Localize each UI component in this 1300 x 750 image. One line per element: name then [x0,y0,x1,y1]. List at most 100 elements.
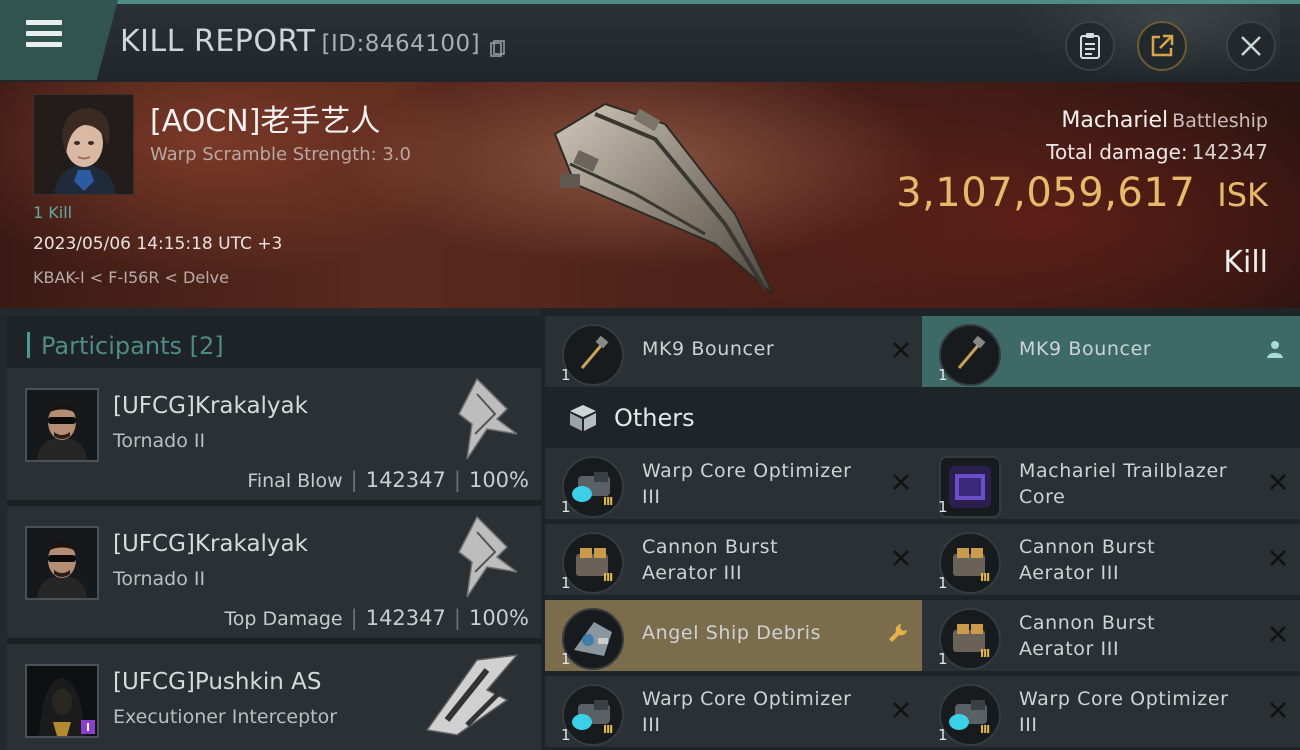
others-title: Others [614,404,695,432]
item-name-line1: Warp Core Optimizer [642,688,852,710]
participant-stats: Top Damage | 142347 | 100% [224,606,529,630]
participants-accent-bar [27,332,30,358]
item-cell[interactable]: III 1 Cannon Burst Aerator III [545,524,923,595]
others-section-header: Others [547,388,1300,448]
destroyed-x-icon [1270,474,1286,490]
total-damage-label: Total damage: [1046,140,1188,164]
participant-name: [UFCG]Krakalyak [113,393,308,419]
item-name: Warp Core Optimizer III [1019,686,1249,738]
item-name: Warp Core Optimizer III [642,458,872,510]
wrench-icon[interactable] [887,622,909,644]
participant-avatar[interactable] [25,388,99,462]
item-name: Cannon Burst Aerator III [1019,610,1249,662]
participant-row[interactable]: [UFCG]Krakalyak Tornado II Top Damage | 14… [7,506,541,644]
participant-row[interactable]: [UFCG]Krakalyak Tornado II Final Blow | 14… [7,368,541,506]
item-name-line2: III [1019,714,1038,736]
item-name-line2: Aerator III [1019,638,1120,660]
item-cell[interactable]: III 1 Warp Core Optimizer III [545,676,923,747]
destroyed-x-icon [1270,702,1286,718]
participant-portrait-icon [27,666,97,736]
item-cell[interactable]: III 1 Warp Core Optimizer III [922,676,1300,747]
item-cell[interactable]: III 1 Cannon Burst Aerator III [922,524,1300,595]
item-cell-selected[interactable]: 1 MK9 Bouncer [922,316,1300,387]
item-name: Warp Core Optimizer III [642,686,872,738]
close-icon [1241,36,1261,56]
person-icon[interactable] [1264,338,1286,360]
participant-name: [UFCG]Krakalyak [113,531,308,557]
destroyed-x-icon [893,702,909,718]
victim-portrait-icon [34,95,133,194]
participant-stat-label: Final Blow [247,470,343,492]
trailblazer-core-icon [939,456,1001,518]
hamburger-menu-icon[interactable] [26,20,62,50]
clipboard-button[interactable] [1065,21,1115,71]
total-damage: Total damage: 142347 [1046,140,1268,164]
participant-avatar[interactable] [25,664,99,738]
participant-damage: 142347 [365,468,446,492]
menu-button[interactable] [0,0,118,80]
participant-avatar[interactable] [25,526,99,600]
item-quantity: 1 [561,498,571,516]
destroyed-x-icon [893,550,909,566]
kill-timestamp: 2023/05/06 14:15:18 UTC +3 [33,234,283,254]
tier-iii-badge: III [603,723,613,736]
item-name-line2: III [642,486,661,508]
victim-ship-name[interactable]: Machariel [1061,108,1168,133]
ship-debris-icon [562,608,624,670]
item-quantity: 1 [561,574,571,592]
participant-portrait-icon [27,528,97,598]
report-id: [ID:8464100] [321,31,481,57]
item-name-line1: Cannon Burst [1019,536,1156,558]
destroyed-x-icon [1270,550,1286,566]
kill-location[interactable]: KBAK-I < F-I56R < Delve [33,268,229,287]
warp-core-optimizer-icon [562,456,624,518]
copy-id-icon[interactable] [490,40,505,58]
participant-ship: Tornado II [113,430,206,452]
cannon-burst-aerator-icon [939,532,1001,594]
item-name-line2: Aerator III [1019,562,1120,584]
item-name: MK9 Bouncer [1019,338,1152,360]
participant-ship-icon [458,377,518,460]
item-name: Cannon Burst Aerator III [1019,534,1249,586]
participants-header[interactable]: Participants [2] [7,316,541,372]
item-quantity: 1 [938,574,948,592]
participant-ship-icon [425,654,519,736]
participant-damage: 142347 [365,606,446,630]
item-cell-highlighted[interactable]: 1 Angel Ship Debris [545,600,923,671]
victim-name[interactable]: [AOCN]老手艺人 [150,96,380,140]
item-quantity: 1 [938,498,948,516]
participants-panel: Participants [2] [UFCG]Krakalyak Tornado… [0,308,541,750]
participant-name: [UFCG]Pushkin AS [113,669,322,695]
participant-row[interactable]: [UFCG]Pushkin AS Executioner Interceptor [7,644,541,750]
item-name: Angel Ship Debris [642,622,822,644]
destroyed-x-icon [893,474,909,490]
drone-icon [939,324,1001,386]
item-quantity: 1 [938,726,948,744]
isk-unit: ISK [1217,176,1268,214]
cannon-burst-aerator-icon [939,608,1001,670]
item-name-line2: III [642,714,661,736]
item-cell[interactable]: 1 MK9 Bouncer [545,316,923,387]
participant-percent: 100% [468,606,529,630]
tier-iii-badge: III [980,647,990,660]
kill-report-window: KILL REPORT [ID:8464100] [AOCN]老手艺人 Warp… [0,0,1300,750]
item-cell[interactable]: 1 Machariel Trailblazer Core [922,448,1300,519]
item-cell[interactable]: III 1 Warp Core Optimizer III [545,448,923,519]
victim-ship-image[interactable] [535,94,785,304]
close-button[interactable] [1226,21,1276,71]
cannon-burst-aerator-icon [562,532,624,594]
drone-icon [562,324,624,386]
item-quantity: 1 [938,366,948,384]
share-button[interactable] [1137,21,1187,71]
victim-avatar[interactable] [33,94,134,195]
item-name-line1: Cannon Burst [1019,612,1156,634]
item-name: MK9 Bouncer [642,338,775,360]
item-name-line2: Aerator III [642,562,743,584]
item-cell[interactable]: III 1 Cannon Burst Aerator III [922,600,1300,671]
participant-ship: Tornado II [113,568,206,590]
page-title-text: KILL REPORT [120,24,316,59]
item-name-line1: Warp Core Optimizer [1019,688,1229,710]
item-quantity: 1 [561,726,571,744]
kill-count: 1 Kill [33,203,73,222]
victim-ship-line: Machariel Battleship [1061,108,1268,133]
